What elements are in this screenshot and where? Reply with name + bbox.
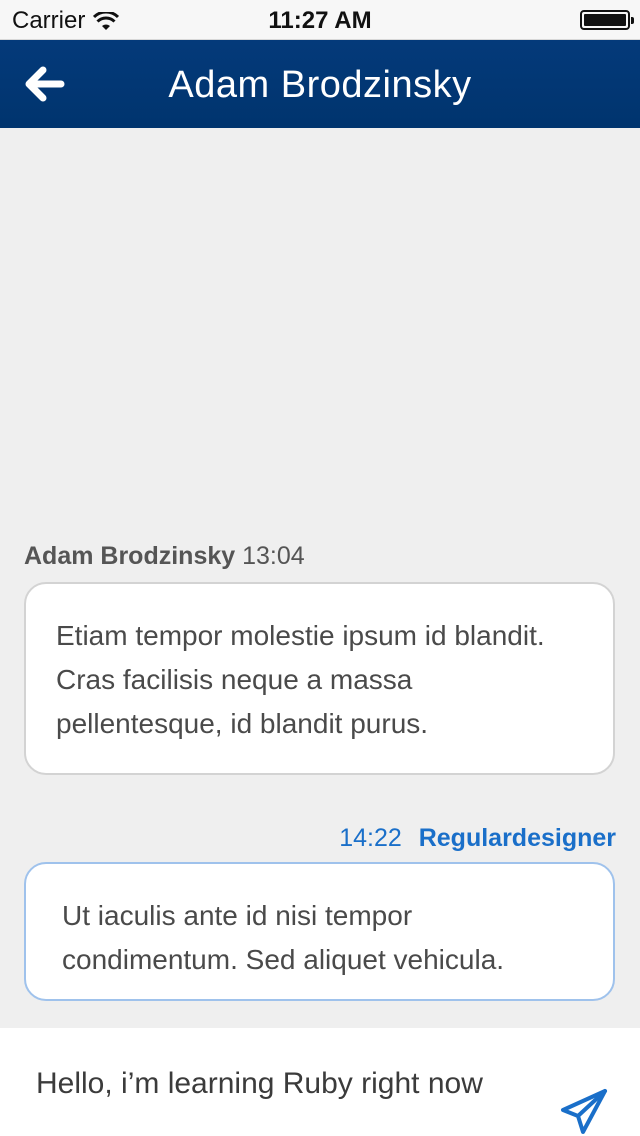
- message-text: Etiam tempor molestie ipsum id blandit. …: [56, 620, 545, 739]
- message-text: Ut iaculis ante id nisi tempor condiment…: [62, 900, 505, 975]
- sender-name: Adam Brodzinsky: [24, 542, 236, 570]
- compose-bar: [0, 1028, 640, 1136]
- battery-icon: [580, 10, 634, 30]
- message-bubble[interactable]: Etiam tempor molestie ipsum id blandit. …: [24, 582, 615, 775]
- status-bar: Carrier 11:27 AM: [0, 0, 640, 40]
- page-title: Adam Brodzinsky: [168, 64, 472, 106]
- paper-plane-icon: [561, 1089, 607, 1134]
- message-time: 14:22: [339, 824, 402, 852]
- message-header: 14:22 Regulardesigner: [339, 824, 616, 853]
- send-button[interactable]: [554, 1083, 614, 1136]
- message-bubble[interactable]: Ut iaculis ante id nisi tempor condiment…: [24, 862, 615, 1001]
- message-input[interactable]: [36, 1064, 536, 1104]
- navigation-bar: Adam Brodzinsky: [0, 40, 640, 128]
- message-time: 13:04: [242, 542, 305, 570]
- message-header: Adam Brodzinsky 13:04: [24, 542, 305, 571]
- sender-name: Regulardesigner: [418, 824, 616, 852]
- status-time: 11:27 AM: [268, 7, 372, 34]
